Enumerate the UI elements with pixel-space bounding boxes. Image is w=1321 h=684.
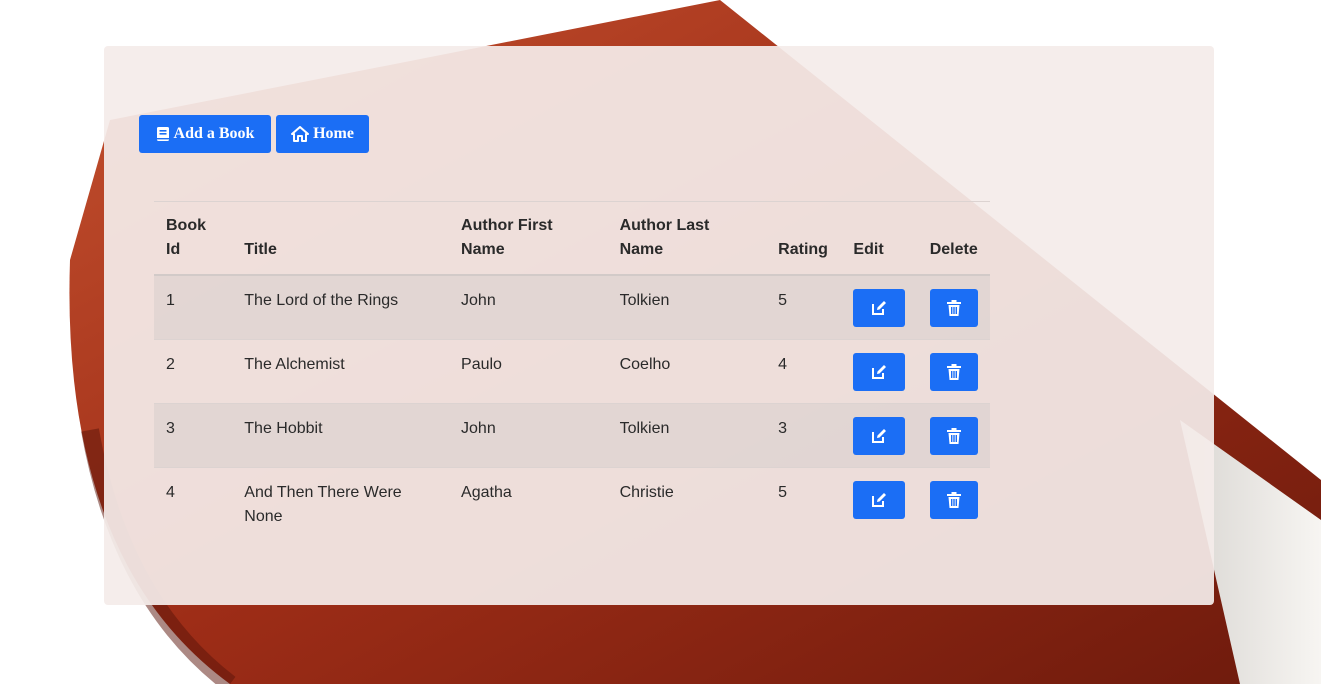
header-book-id: Book Id [154,201,233,276]
edit-button[interactable] [853,417,906,455]
cell-author-first-name: John [449,275,608,340]
cell-author-last-name: Tolkien [607,275,767,340]
add-book-button[interactable]: Add a Book [139,115,271,153]
header-rating: Rating [766,201,842,276]
cell-author-first-name: Paulo [449,339,608,404]
home-button[interactable]: Home [276,115,369,153]
cell-delete [917,339,990,404]
trash-icon [946,300,961,316]
delete-button[interactable] [929,289,978,327]
cell-delete [918,468,990,542]
home-icon [291,126,310,142]
delete-button[interactable] [929,481,978,519]
table-row: 4 And Then There Were None Agatha Christ… [154,468,990,542]
cell-edit [841,339,918,404]
cell-delete [917,403,990,468]
cell-title: The Lord of the Rings [232,275,450,340]
cell-title: The Alchemist [232,339,450,404]
book-icon [156,126,170,142]
books-table: Book Id Title Author First Name Author L… [154,201,990,541]
trash-icon [946,428,961,444]
header-delete: Delete [917,201,990,276]
edit-button[interactable] [853,481,906,519]
edit-icon [872,429,887,443]
edit-button[interactable] [853,353,906,391]
cell-title: And Then There Were None [244,484,402,525]
cell-book-id: 3 [154,403,233,468]
cell-author-last-name: Tolkien [607,403,767,468]
cell-rating: 3 [766,403,842,468]
cell-author-last-name: Christie [619,484,674,501]
cell-edit [841,468,917,542]
header-author-last-name: Author Last Name [607,201,767,276]
trash-icon [946,492,961,508]
table-row: 3 The Hobbit John Tolkien 3 [154,403,990,468]
cell-book-id: 4 [166,484,175,501]
edit-icon [872,365,887,379]
cell-edit [841,403,918,468]
header-title: Title [232,201,450,276]
trash-icon [946,364,961,380]
cell-author-last-name: Coelho [607,339,767,404]
delete-button[interactable] [929,417,978,455]
cell-author-first-name: Agatha [461,484,512,501]
cell-title: The Hobbit [232,403,450,468]
cell-book-id: 2 [154,339,233,404]
cell-book-id: 1 [154,275,233,340]
header-edit: Edit [841,201,918,276]
toolbar: Add a Book Home [139,115,369,153]
edit-icon [872,493,887,507]
table-row: 1 The Lord of the Rings John Tolkien 5 [154,275,990,340]
cell-rating: 5 [766,275,842,340]
cell-rating: 4 [766,339,842,404]
add-book-label: Add a Book [173,125,255,142]
home-label: Home [313,125,354,142]
edit-button[interactable] [853,289,906,327]
cell-author-first-name: John [449,403,608,468]
table-row: 2 The Alchemist Paulo Coelho 4 [154,339,990,404]
header-author-first-name: Author First Name [449,201,608,276]
delete-button[interactable] [929,353,978,391]
cell-delete [917,275,990,340]
cell-edit [841,275,918,340]
table-header-row: Book Id Title Author First Name Author L… [154,201,990,276]
edit-icon [872,301,887,315]
cell-rating: 5 [778,484,788,501]
